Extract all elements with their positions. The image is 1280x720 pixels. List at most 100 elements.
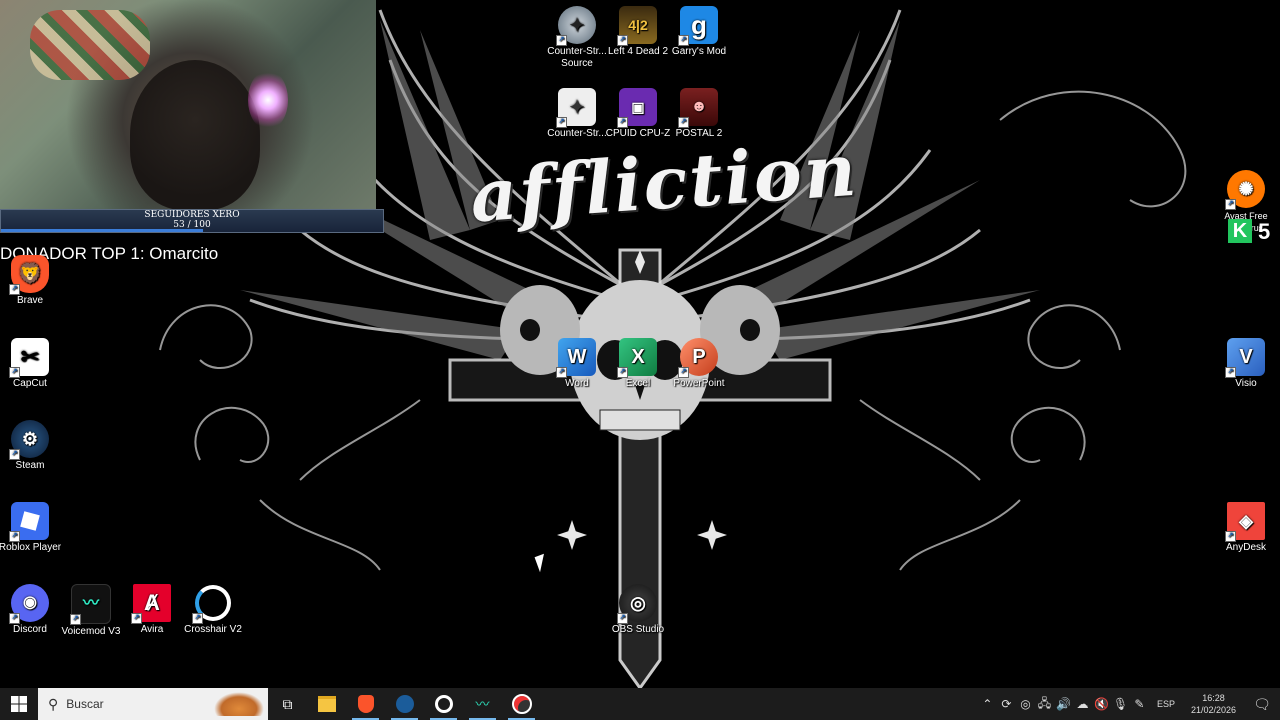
icon-label: PowerPoint [673, 378, 725, 389]
desktop-icon-capcut[interactable]: ✂ ↗ CapCut [0, 338, 66, 390]
garrys-mod-icon: g ↗ [678, 6, 718, 46]
visio-icon: V ↗ [1225, 338, 1265, 378]
webcam-person [130, 60, 260, 210]
shortcut-arrow-icon: ↗ [617, 117, 628, 128]
cpu-z-icon: ▣ ↗ [617, 88, 657, 128]
shortcut-arrow-icon: ↗ [9, 284, 20, 295]
shortcut-arrow-icon: ↗ [9, 449, 20, 460]
search-placeholder: Buscar [66, 697, 104, 711]
taskbar-brave[interactable] [346, 688, 385, 720]
postal-2-icon: ☻ ↗ [678, 88, 718, 128]
notifications-icon[interactable]: 🗨 [1244, 696, 1280, 713]
shortcut-arrow-icon: ↗ [678, 117, 689, 128]
shortcut-arrow-icon: ↗ [617, 613, 628, 624]
avira-icon: Ⱥ ↗ [131, 584, 171, 624]
cloud-icon[interactable]: ☁ [1073, 697, 1092, 711]
folder-icon [317, 696, 336, 712]
crosshair-tray-icon[interactable]: ◎ [1016, 697, 1035, 711]
microphone-icon[interactable]: 🎙 [1111, 697, 1130, 711]
mute-icon[interactable]: 🔇 [1092, 697, 1111, 711]
shortcut-arrow-icon: ↗ [556, 367, 567, 378]
taskbar-steam[interactable] [385, 688, 424, 720]
icon-label: POSTAL 2 [675, 128, 723, 139]
taskbar-file-explorer[interactable] [307, 688, 346, 720]
shortcut-arrow-icon: ↗ [1225, 367, 1236, 378]
shortcut-arrow-icon: ↗ [9, 531, 20, 542]
shortcut-arrow-icon: ↗ [556, 35, 567, 46]
voicemod-icon: 〰 ↗ [70, 584, 111, 625]
followers-progress-bar [1, 229, 204, 232]
k-overlay-icon: K [1228, 219, 1252, 243]
desktop-icon-postal-2[interactable]: ☻ ↗ POSTAL 2 [663, 88, 735, 140]
icon-label: Crosshair V2 [184, 624, 242, 635]
followers-title: SEGUIDORES XERO [144, 210, 240, 220]
icon-label: CapCut [13, 378, 47, 389]
search-icon: ⚲ [48, 695, 59, 712]
language-indicator[interactable]: ESP [1149, 699, 1183, 709]
volume-icon[interactable]: 🔊 [1054, 697, 1073, 711]
chevron-up-icon[interactable]: ⌃ [978, 697, 997, 711]
desktop-icon-steam[interactable]: ⚙ ↗ Steam [0, 420, 66, 472]
taskbar-crosshair[interactable] [424, 688, 463, 720]
desktop-icon-crosshair-v2[interactable]: ↗ Crosshair V2 [177, 584, 249, 636]
desktop-icon-powerpoint[interactable]: P ↗ PowerPoint [663, 338, 735, 390]
icon-label: Brave [16, 295, 44, 306]
clock[interactable]: 16:28 21/02/2026 [1183, 692, 1244, 716]
brave-lion-icon [357, 695, 374, 713]
desktop-icon-brave[interactable]: 🦁 ↗ Brave [0, 255, 66, 307]
webcam-overlay [0, 0, 376, 210]
k5-badge: 5 [1258, 219, 1271, 244]
clock-time: 16:28 [1202, 693, 1225, 703]
icon-label: OBS Studio [611, 624, 665, 635]
brave-lion-icon: 🦁 ↗ [9, 255, 49, 295]
word-icon: W ↗ [556, 338, 596, 378]
shortcut-arrow-icon: ↗ [70, 614, 81, 625]
anydesk-icon: ◈ ↗ [1225, 502, 1265, 542]
shortcut-arrow-icon: ↗ [617, 35, 628, 46]
desktop-icon-roblox[interactable]: ↗ Roblox Player [0, 502, 66, 554]
crosshair-icon: ↗ [192, 584, 232, 624]
shortcut-arrow-icon: ↗ [1225, 199, 1236, 210]
task-view-icon: ⧉ [282, 695, 293, 712]
taskbar-obs[interactable] [502, 688, 541, 720]
sync-icon[interactable]: ⟳ [997, 697, 1016, 711]
network-icon[interactable]: 🖧 [1035, 694, 1054, 715]
icon-label: Steam [15, 460, 45, 471]
start-button[interactable] [0, 688, 38, 720]
shortcut-arrow-icon: ↗ [192, 613, 203, 624]
icon-label: Roblox Player [0, 542, 62, 553]
capcut-icon: ✂ ↗ [9, 338, 49, 378]
icon-label: Garry's Mod [671, 46, 727, 57]
task-view-button[interactable]: ⧉ [268, 688, 307, 720]
desktop-icon-obs-studio[interactable]: ◎ ↗ OBS Studio [602, 584, 674, 636]
clock-date: 21/02/2026 [1190, 705, 1236, 715]
system-tray: ⌃ ⟳ ◎ 🖧 🔊 ☁ 🔇 🎙 ✎ ESP 16:28 21/02/2026 🗨 [978, 688, 1280, 720]
avast-icon: ✺ ↗ [1225, 170, 1265, 210]
pen-icon[interactable]: ✎ [1130, 697, 1149, 711]
obs-icon: ◎ ↗ [617, 584, 657, 624]
windows-logo-icon [11, 696, 27, 712]
desktop-icon-anydesk[interactable]: ◈ ↗ AnyDesk [1210, 502, 1280, 554]
desktop-icon-garrys-mod[interactable]: g ↗ Garry's Mod [663, 6, 735, 58]
webcam-background [30, 10, 150, 80]
icon-label: Visio [1235, 378, 1257, 389]
desktop-icon-visio[interactable]: V ↗ Visio [1210, 338, 1280, 390]
shortcut-arrow-icon: ↗ [678, 35, 689, 46]
shortcut-arrow-icon: ↗ [131, 613, 142, 624]
shortcut-arrow-icon: ↗ [9, 367, 20, 378]
roblox-icon: ↗ [9, 502, 49, 542]
shortcut-arrow-icon: ↗ [617, 367, 628, 378]
followers-goal: SEGUIDORES XERO 53 / 100 [0, 209, 384, 233]
taskbar-voicemod[interactable]: 〰 [463, 688, 502, 720]
discord-icon: ◉ ↗ [9, 584, 49, 624]
counter-strike-icon: ✦ ↗ [556, 88, 596, 128]
taskbar-search-box[interactable]: ⚲ Buscar [38, 688, 268, 720]
shortcut-arrow-icon: ↗ [9, 613, 20, 624]
steam-icon [395, 695, 414, 713]
webcam-light [248, 70, 288, 130]
shortcut-arrow-icon: ↗ [556, 117, 567, 128]
left-4-dead-2-icon: 4|2 ↗ [617, 6, 657, 46]
obs-icon [511, 694, 532, 714]
powerpoint-icon: P ↗ [678, 338, 718, 378]
taskbar: ⚲ Buscar ⧉ 〰 ⌃ ⟳ ◎ 🖧 🔊 ☁ 🔇 🎙 ✎ ESP 16:28… [0, 688, 1280, 720]
